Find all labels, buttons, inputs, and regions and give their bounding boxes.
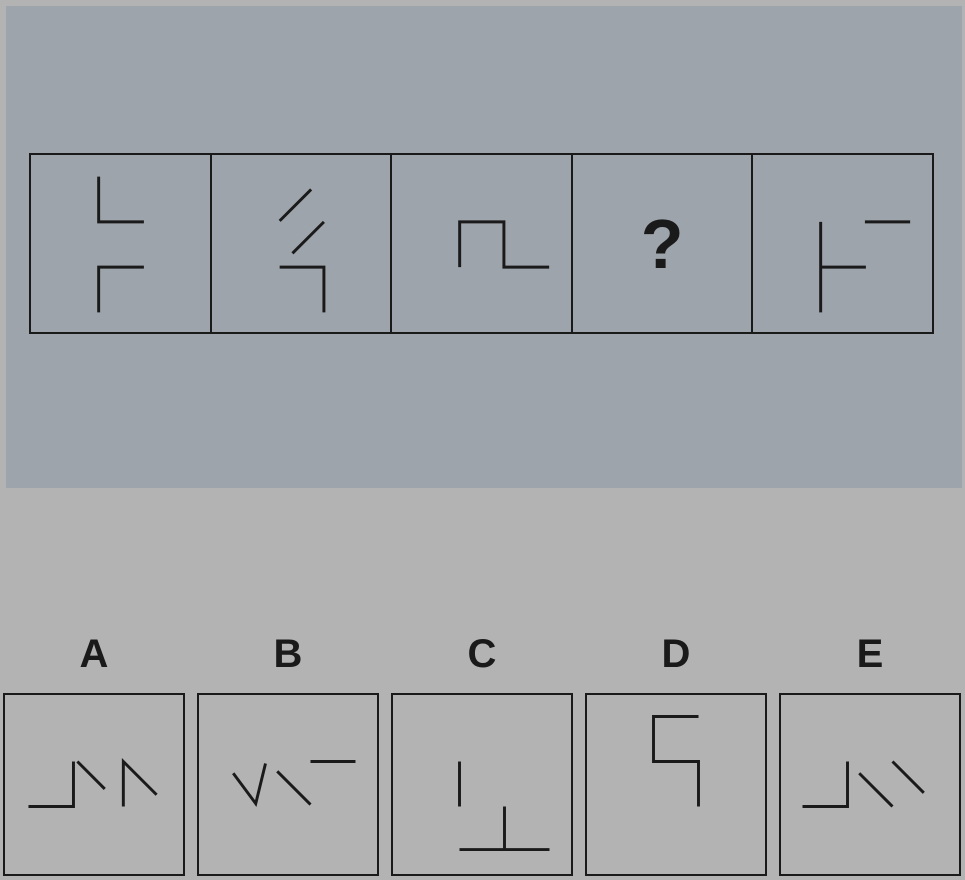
figure-2 [278, 188, 325, 313]
question-mark: ? [640, 204, 684, 283]
option-e-label: E [856, 632, 884, 676]
sequence-cell-1 [31, 155, 212, 332]
option-c[interactable]: C [391, 630, 573, 876]
answer-options: A B C D E [3, 630, 965, 876]
option-e-figure-box[interactable] [779, 693, 961, 876]
option-b-figure [232, 760, 356, 807]
option-a[interactable]: A [3, 630, 185, 876]
sequence-cell-2 [212, 155, 393, 332]
figure-5 [819, 220, 911, 313]
option-e-figure [802, 760, 925, 808]
option-d[interactable]: D [585, 630, 767, 876]
option-c-label: C [467, 632, 497, 676]
option-d-figure [652, 715, 700, 807]
option-a-figure [28, 757, 158, 808]
option-a-figure-box[interactable] [3, 693, 185, 876]
option-d-figure-box[interactable] [585, 693, 767, 876]
sequence-cell-4: ? [573, 155, 754, 332]
option-e[interactable]: E [779, 630, 961, 876]
figure-1 [97, 176, 144, 313]
sequence-cell-3 [392, 155, 573, 332]
option-b[interactable]: B [197, 630, 379, 876]
figure-3 [458, 220, 550, 269]
option-d-label: D [661, 632, 691, 676]
sequence-cell-5 [753, 155, 932, 332]
sequence-row: ? [29, 153, 934, 334]
option-b-figure-box[interactable] [197, 693, 379, 876]
option-a-label: A [79, 632, 109, 676]
option-c-figure [458, 761, 550, 852]
option-c-figure-box[interactable] [391, 693, 573, 876]
option-b-label: B [273, 632, 303, 676]
